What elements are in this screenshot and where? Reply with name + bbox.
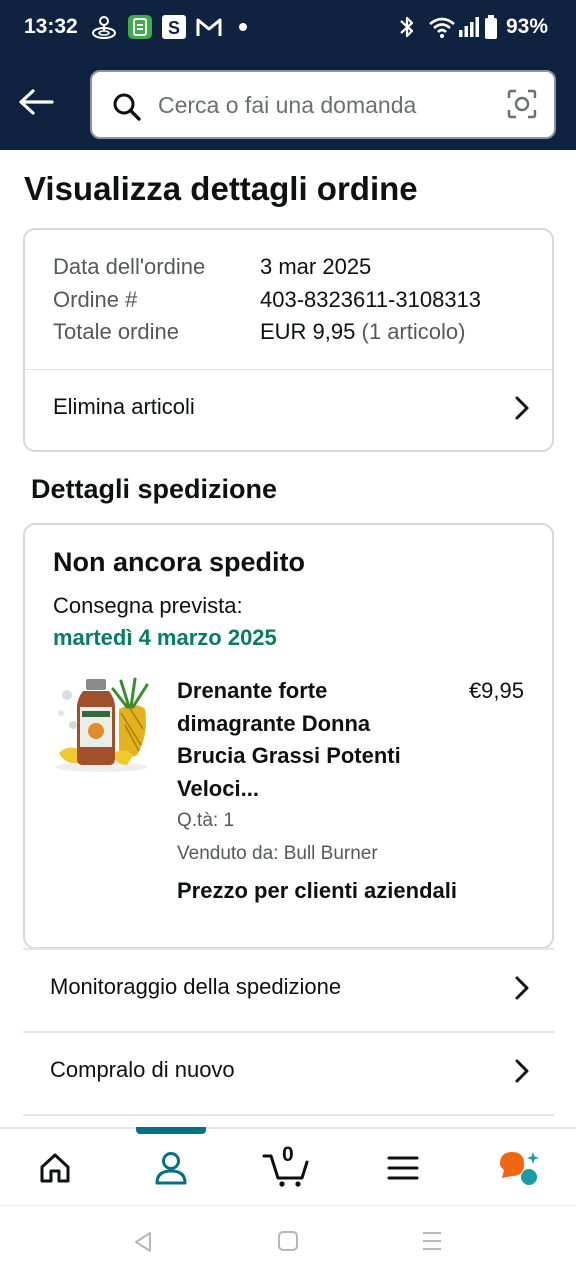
search-icon: [112, 92, 142, 127]
s-icon: S: [161, 14, 187, 40]
nav-cart[interactable]: [247, 1129, 327, 1207]
system-recents-icon[interactable]: [421, 1230, 443, 1257]
order-total-value-wrap: EUR 9,95 (1 articolo): [260, 319, 465, 345]
nav-home[interactable]: [15, 1129, 95, 1207]
product-image[interactable]: [49, 675, 153, 775]
chevron-right-icon: [512, 974, 532, 1007]
order-total-value: EUR 9,95: [260, 319, 356, 344]
svg-text:S: S: [168, 18, 180, 38]
bluetooth-icon: [398, 14, 416, 40]
account-icon: [155, 1152, 187, 1185]
top-bar: 13:32 S 93%: [0, 0, 576, 150]
order-date-label: Data dell'ordine: [53, 254, 206, 279]
order-number-label: Ordine #: [53, 287, 138, 312]
system-navigation-bar: [0, 1205, 576, 1280]
nav-menu[interactable]: [363, 1129, 443, 1207]
order-total-label: Totale ordine: [53, 319, 179, 344]
product-quantity: Q.tà: 1: [177, 810, 235, 831]
back-arrow-icon: [19, 89, 54, 115]
battery-icon: [484, 14, 498, 40]
order-summary-card: Data dell'ordine 3 mar 2025 Ordine # 403…: [23, 228, 554, 452]
product-title[interactable]: Drenante forte dimagrante Donna Brucia G…: [177, 675, 427, 805]
order-date-value: 3 mar 2025: [260, 254, 372, 279]
home-icon: [40, 1153, 70, 1183]
search-input[interactable]: [158, 86, 498, 124]
status-bar: 13:32 S 93%: [0, 0, 576, 56]
order-number-value: 403-8323611-3108313: [260, 287, 482, 312]
status-time: 13:32: [24, 15, 78, 38]
nav-account[interactable]: [131, 1129, 211, 1207]
wifi-icon: [428, 14, 456, 40]
cart-count-badge: 0: [282, 1143, 294, 1166]
expected-delivery-date: martedì 4 marzo 2025: [53, 625, 277, 650]
shipping-section-title: Dettagli spedizione: [31, 474, 278, 504]
product-price: €9,95: [468, 678, 524, 703]
business-price-label: Prezzo per clienti aziendali: [177, 878, 457, 903]
next-row-edge: [23, 1114, 554, 1128]
nav-rufus[interactable]: [480, 1129, 560, 1207]
delete-items-label: Elimina articoli: [53, 394, 195, 419]
system-back-icon[interactable]: [132, 1230, 154, 1259]
rufus-icon: [500, 1152, 539, 1185]
page-title: Visualizza dettagli ordine: [24, 170, 418, 207]
menu-icon: [387, 1156, 419, 1180]
shipment-card: Non ancora spedito Consegna prevista: ma…: [23, 523, 554, 949]
gmail-icon: [196, 14, 222, 40]
battery-percent: 93%: [505, 15, 548, 38]
track-shipment-row[interactable]: Monitoraggio della spedizione: [23, 948, 554, 1030]
back-button[interactable]: [16, 82, 56, 122]
camera-icon[interactable]: [506, 88, 538, 125]
app-icon: [127, 14, 153, 40]
shipment-status: Non ancora spedito: [53, 547, 306, 577]
chevron-right-icon: [512, 1057, 532, 1090]
expected-delivery-label: Consegna prevista:: [53, 593, 243, 618]
delete-items-row[interactable]: Elimina articoli: [25, 370, 552, 450]
order-item-count: (1 articolo): [361, 319, 466, 344]
search-bar[interactable]: [90, 70, 556, 139]
track-shipment-label: Monitoraggio della spedizione: [50, 974, 342, 999]
product-seller: Venduto da: Bull Burner: [177, 843, 378, 864]
chevron-right-icon: [512, 394, 532, 427]
dot-icon: [238, 14, 248, 40]
signal-icon: [458, 14, 480, 40]
mirror-icon: [90, 14, 118, 40]
buy-again-label: Compralo di nuovo: [50, 1057, 235, 1082]
system-home-icon[interactable]: [277, 1230, 299, 1257]
buy-again-row[interactable]: Compralo di nuovo: [23, 1031, 554, 1113]
